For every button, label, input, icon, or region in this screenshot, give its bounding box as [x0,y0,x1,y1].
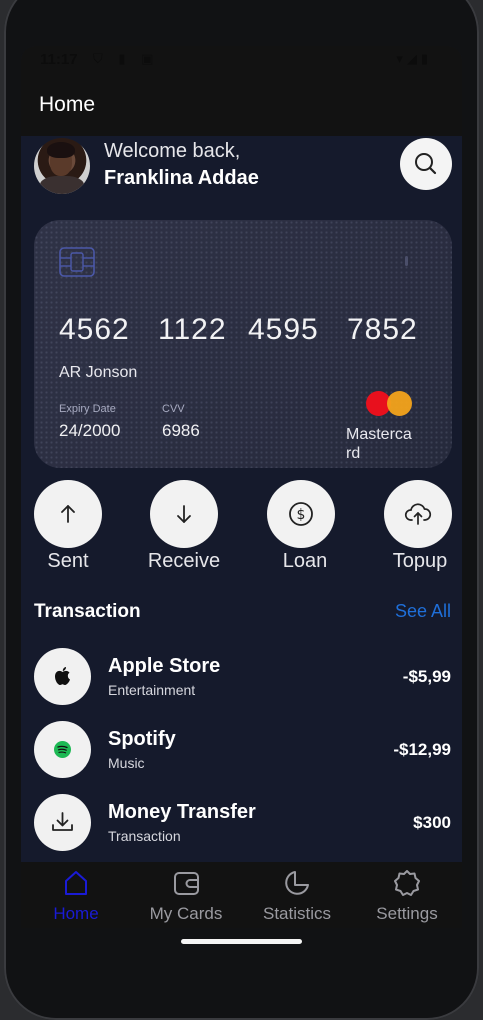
see-all-link[interactable]: See All [395,601,451,622]
search-button[interactable] [400,138,452,190]
home-indicator[interactable] [181,939,302,944]
arrow-up-icon [61,505,75,523]
nav-statistics-label: Statistics [262,904,332,923]
app-screen: 11:17 ⛉ ▮ ▣ ▾◢▮ Home Welcome back, Frank… [21,46,462,928]
welcome-text: Welcome back, [104,140,241,162]
transaction-amount: $300 [413,813,451,832]
card-number-group-2: 1122 [158,313,227,346]
transaction-amount: -$12,99 [393,740,451,759]
receive-label: Receive [147,550,221,572]
transaction-subtitle: Music [108,755,145,771]
transaction-subtitle: Entertainment [108,682,196,698]
nav-home-label: Home [53,904,99,923]
topup-label: Topup [392,550,448,572]
status-bar: 11:17 ⛉ ▮ ▣ ▾◢▮ [21,46,462,74]
receive-button[interactable] [150,480,218,548]
home-icon [65,871,87,895]
credit-card[interactable]: 4562 1122 4595 7852 AR Jonson Expiry Dat… [34,220,452,468]
nav-my-cards[interactable]: My Cards [141,862,231,928]
cvv-value: 6986 [162,421,200,440]
card-number-group-1: 4562 [59,313,130,346]
loan-button[interactable]: $ [267,480,335,548]
gear-icon [394,870,420,896]
arrow-down-icon [177,505,191,523]
transaction-title: Apple Store [108,655,221,677]
transaction-subtitle: Transaction [108,828,181,844]
bottom-navigation: Home My Cards Statistics Settings [21,862,462,928]
wallet-icon [174,872,199,895]
topup-button[interactable] [384,480,452,548]
avatar[interactable] [34,138,90,194]
spotify-icon [34,721,91,778]
transactions-title: Transaction [34,601,141,622]
transaction-amount: -$5,99 [402,667,451,686]
nav-my-cards-label: My Cards [149,904,223,923]
loan-label: Loan [282,550,328,572]
pie-chart-icon [285,871,309,895]
status-system-icons: ▾◢▮ [396,51,432,66]
cvv-label: CVV [162,403,185,415]
nav-settings[interactable]: Settings [362,862,452,928]
nav-statistics[interactable]: Statistics [251,862,343,928]
sent-button[interactable] [34,480,102,548]
expiry-value: 24/2000 [59,421,121,440]
dollar-circle-icon: $ [289,502,313,526]
chip-icon [59,247,95,277]
transaction-title: Spotify [108,728,176,750]
svg-text:$: $ [297,507,306,523]
card-holder: AR Jonson [59,364,138,381]
mastercard-logo-yellow [387,391,412,416]
nav-settings-label: Settings [376,904,438,923]
contactless-mark [405,256,408,266]
status-time: 11:17 [40,51,78,68]
download-icon [34,794,91,851]
nav-home[interactable]: Home [31,862,121,928]
search-icon [415,153,437,175]
sent-label: Sent [47,550,89,572]
cloud-upload-icon [404,503,432,525]
status-notification-icons: ⛉ ▮ ▣ [93,51,160,66]
card-number-group-3: 4595 [248,313,319,346]
transaction-title: Money Transfer [108,801,256,823]
card-network: Mastercard [346,426,412,462]
expiry-label: Expiry Date [59,403,116,415]
app-bar: Home [21,74,462,136]
user-name: Franklina Addae [104,167,259,189]
card-number-group-4: 7852 [347,313,418,346]
page-title: Home [39,93,96,116]
apple-icon [34,648,91,705]
